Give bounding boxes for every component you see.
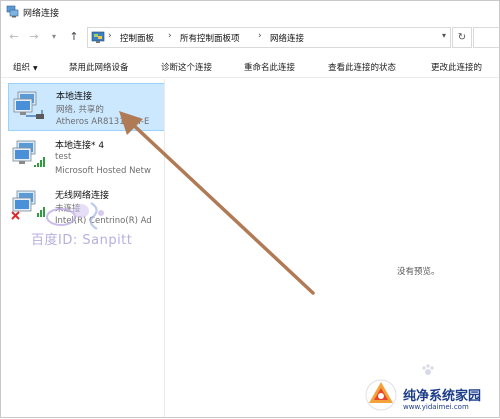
rename-button[interactable]: 重命名此连接: [244, 61, 295, 73]
window-title: 网络连接: [23, 9, 60, 19]
breadcrumb-separator: ›: [168, 31, 172, 41]
breadcrumb-control-panel[interactable]: 控制面板: [120, 32, 154, 44]
change-settings-button[interactable]: 更改此连接的: [431, 61, 482, 73]
organize-button[interactable]: 组织 ▼: [13, 61, 38, 73]
connection-item-local[interactable]: 本地连接 网络, 共享的 Atheros AR8131 PCI-E: [8, 83, 165, 131]
chevron-down-icon: ▼: [33, 65, 38, 72]
connection-status: 网络, 共享的: [56, 105, 104, 115]
address-row: ← → ▾ ↑ › 控制面板 › 所有控制面板项 › 网络连接 ▾ ↻: [1, 26, 500, 48]
site-watermark: 纯净系统家园 www.yidaimei.com: [363, 375, 499, 417]
address-dropdown-icon[interactable]: ▾: [442, 31, 446, 40]
control-panel-icon: [91, 31, 105, 43]
breadcrumb-all-items[interactable]: 所有控制面板项: [180, 32, 240, 44]
command-bar: 组织 ▼ 禁用此网络设备 诊断这个连接 重命名此连接 查看此连接的状态 更改此连接…: [1, 55, 499, 78]
search-input[interactable]: [473, 27, 500, 48]
back-button[interactable]: ←: [7, 29, 21, 45]
disable-device-button[interactable]: 禁用此网络设备: [69, 61, 129, 73]
title-bar: 网络连接: [1, 1, 499, 23]
site-name: 纯净系统家园: [403, 389, 482, 404]
connection-device: Atheros AR8131 PCI-E: [56, 117, 150, 127]
diagnose-button[interactable]: 诊断这个连接: [161, 61, 212, 73]
connection-name: 本地连接* 4: [55, 141, 105, 151]
recent-locations-dropdown[interactable]: ▾: [47, 29, 61, 45]
forward-button[interactable]: →: [27, 29, 41, 45]
address-bar[interactable]: › 控制面板 › 所有控制面板项 › 网络连接 ▾: [87, 27, 451, 48]
baidu-watermark-logo: [46, 202, 104, 230]
refresh-button[interactable]: ↻: [452, 27, 472, 48]
site-url: www.yidaimei.com: [403, 403, 469, 411]
baidu-watermark-text: 百度ID: Sanpitt: [31, 233, 133, 248]
up-button[interactable]: ↑: [67, 29, 81, 45]
breadcrumb-separator: ›: [108, 31, 112, 41]
connection-item-local-4[interactable]: 本地连接* 4 test Microsoft Hosted Netw: [8, 133, 163, 179]
organize-label: 组织: [13, 63, 31, 73]
breadcrumb-network-connections[interactable]: 网络连接: [270, 32, 304, 44]
connection-name: 本地连接: [56, 92, 93, 102]
window: 网络连接 ← → ▾ ↑ › 控制面板 › 所有控制面板项 › 网络连接 ▾ ↻…: [0, 0, 500, 418]
view-status-button[interactable]: 查看此连接的状态: [328, 61, 396, 73]
wireless-disconnected-icon: [11, 190, 45, 220]
breadcrumb-separator: ›: [258, 31, 262, 41]
pane-divider[interactable]: [164, 79, 165, 417]
connection-device: Microsoft Hosted Netw: [55, 166, 151, 176]
wired-network-icon: [12, 140, 45, 167]
wired-network-icon: [13, 91, 44, 119]
preview-pane-text: 没有预览。: [397, 267, 440, 277]
site-logo-icon: [365, 379, 397, 411]
network-connections-icon: [6, 5, 19, 18]
connection-status: test: [55, 152, 72, 162]
connection-list: 本地连接 网络, 共享的 Atheros AR8131 PCI-E 本地连接* …: [1, 79, 165, 417]
